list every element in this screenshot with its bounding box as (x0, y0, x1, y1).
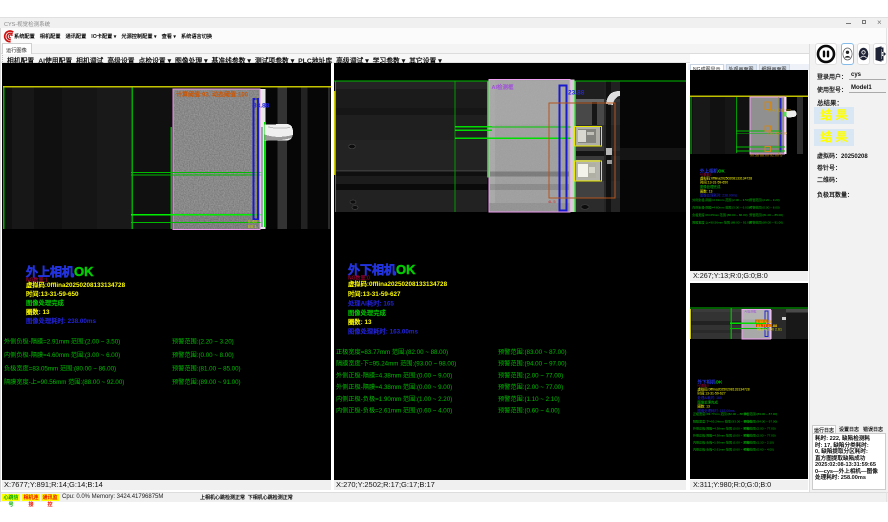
svg-text:时间:13-31-59-627: 时间:13-31-59-627 (348, 289, 401, 298)
svg-text:内侧负极-隔膜=4.60mm 范围:(3.00 ~ 6.00: 内侧负极-隔膜=4.60mm 范围:(3.00 ~ 6.00) (4, 351, 120, 359)
svg-text:预警范围:(81.00 ~ 85.00): 预警范围:(81.00 ~ 85.00) (749, 212, 783, 217)
svg-text:预警范围:(2.00 ~ 77.00): 预警范围:(2.00 ~ 77.00) (744, 426, 776, 431)
svg-text:AI检测框: AI检测框 (745, 309, 757, 314)
svg-text:圈数: 13: 圈数: 13 (348, 317, 372, 326)
svg-text:预警范围:(94.00 ~ 97.00): 预警范围:(94.00 ~ 97.00) (498, 360, 567, 368)
svg-text:处理AI耗时: 165: 处理AI耗时: 165 (347, 299, 394, 308)
svg-text:内侧正极-负极=1.90mm 范围:(1.00 ~ 2.20: 内侧正极-负极=1.90mm 范围:(1.00 ~ 2.20) (336, 395, 452, 403)
svg-text:外侧负极-隔膜=2.91mm 范围:(2.00 ~ 3.50: 外侧负极-隔膜=2.91mm 范围:(2.00 ~ 3.50) (4, 338, 120, 346)
svg-text:23.88: 23.88 (568, 90, 585, 97)
svg-text:虚拟码:0fflina20250208133134728: 虚拟码:0fflina20250208133134728 (26, 280, 126, 289)
svg-text:时间:13-31-59-650: 时间:13-31-59-650 (26, 289, 79, 298)
svg-text:预警范围:(0.60 ~ 4.00): 预警范围:(0.60 ~ 4.00) (744, 447, 774, 452)
svg-text:圈数: 13: 圈数: 13 (700, 188, 713, 193)
svg-text:虚拟码:0fflina20250208133134728: 虚拟码:0fflina20250208133134728 (698, 386, 750, 391)
svg-text:时间:13-31-59-627: 时间:13-31-59-627 (698, 391, 726, 396)
svg-text:外侧正极-隔膜=4.38mm 范围:(0.00 ~ 9.00: 外侧正极-隔膜=4.38mm 范围:(0.00 ~ 9.00) (693, 433, 750, 438)
svg-text:88.1: 88.1 (248, 224, 257, 229)
svg-text:图像处理完成: 图像处理完成 (26, 298, 64, 307)
svg-text:预警范围:(81.00 ~ 85.00): 预警范围:(81.00 ~ 85.00) (172, 365, 241, 373)
svg-text:预警范围:(1.10 ~ 2.10): 预警范围:(1.10 ~ 2.10) (744, 440, 774, 445)
svg-text:预警范围:(89.00 ~ 91.00): 预警范围:(89.00 ~ 91.00) (172, 378, 241, 386)
svg-text:90.56 88.00 92.00 S: 90.56 88.00 92.00 S (750, 154, 783, 158)
svg-text:2.91 3.50 60: 2.91 3.50 60 (767, 132, 787, 136)
svg-text:内侧负极-隔膜=4.60mm 范围:(3.00 ~ 6.00: 内侧负极-隔膜=4.60mm 范围:(3.00 ~ 6.00) (692, 205, 749, 210)
svg-text:预警范围:(2.20 ~ 3.20): 预警范围:(2.20 ~ 3.20) (172, 338, 234, 346)
svg-text:内侧正极-负极=2.61mm 范围:(0.60 ~ 4.00: 内侧正极-负极=2.61mm 范围:(0.60 ~ 4.00) (336, 407, 452, 415)
svg-text:图像处理完成: 图像处理完成 (698, 399, 719, 404)
svg-text:4L 5: 4L 5 (548, 199, 556, 204)
svg-text:图像处理完成: 图像处理完成 (348, 308, 386, 317)
svg-text:内侧正极-负极=1.90mm 范围:(1.00 ~ 2.20: 内侧正极-负极=1.90mm 范围:(1.00 ~ 2.20) (693, 440, 750, 445)
svg-text:外侧正极-隔膜=4.38mm 范围:(0.00 ~ 9.00: 外侧正极-隔膜=4.38mm 范围:(0.00 ~ 9.00) (693, 426, 750, 431)
svg-text:AI检测框: AI检测框 (492, 83, 515, 91)
svg-text:预警范围:(2.00 ~ 77.00): 预警范围:(2.00 ~ 77.00) (498, 383, 563, 391)
svg-text:隔膜宽度-上=90.56mm 范围:(88.00 ~ 92.: 隔膜宽度-上=90.56mm 范围:(88.00 ~ 92.00) (692, 220, 751, 225)
svg-text:负极宽度=83.05mm 范围:(80.00 ~ 86.00: 负极宽度=83.05mm 范围:(80.00 ~ 86.00) (692, 212, 747, 217)
svg-text:预警范围:(2.20 ~ 3.20): 预警范围:(2.20 ~ 3.20) (749, 197, 779, 202)
svg-text:图像处理完成: 图像处理完成 (700, 184, 721, 189)
svg-text:预警范围:(2.00 ~ 77.00): 预警范围:(2.00 ~ 77.00) (744, 433, 776, 438)
svg-text:预警范围:(83.00 ~ 87.00): 预警范围:(83.00 ~ 87.00) (744, 411, 778, 416)
svg-text:预警范围:(1.10 ~ 2.10): 预警范围:(1.10 ~ 2.10) (498, 395, 560, 403)
svg-text:外侧负极-隔膜=2.91mm 范围:(2.00 ~ 3.50: 外侧负极-隔膜=2.91mm 范围:(2.00 ~ 3.50) (692, 197, 749, 202)
svg-text:外侧正极-隔膜=4.38mm 范围:(0.00 ~ 9.00: 外侧正极-隔膜=4.38mm 范围:(0.00 ~ 9.00) (336, 383, 452, 391)
svg-text:时间:13-31-59-650: 时间:13-31-59-650 (700, 180, 728, 185)
svg-text:83.88: 83.88 (253, 103, 270, 110)
svg-text:预警范围:(0.00 ~ 8.00): 预警范围:(0.00 ~ 8.00) (749, 205, 779, 210)
svg-text:图像处理耗时: 238.00ms: 图像处理耗时: 238.00ms (26, 316, 96, 325)
svg-text:隔膜宽度-下=95.24mm 范围:(93.00 ~ 98.: 隔膜宽度-下=95.24mm 范围:(93.00 ~ 98.00) (336, 360, 456, 368)
svg-text:预警范围:(89.00 ~ 91.00): 预警范围:(89.00 ~ 91.00) (749, 220, 783, 225)
svg-text:外侧正极-隔膜=4.38mm 范围:(0.00 ~ 9.00: 外侧正极-隔膜=4.38mm 范围:(0.00 ~ 9.00) (336, 371, 452, 379)
svg-text:计算阈值:93, 动态阈值:100: 计算阈值:93, 动态阈值:100 (176, 91, 249, 99)
svg-text:隔膜宽度-上=90.56mm 范围:(88.00 ~ 92.: 隔膜宽度-上=90.56mm 范围:(88.00 ~ 92.00) (4, 378, 124, 386)
svg-text:虚拟码:0fflina20250208133134728: 虚拟码:0fflina20250208133134728 (700, 175, 752, 180)
svg-text:圈数: 13: 圈数: 13 (26, 307, 50, 316)
svg-text:正极宽度=83.77mm 范围:(82.00 ~ 88.00: 正极宽度=83.77mm 范围:(82.00 ~ 88.00) (336, 348, 448, 356)
svg-text:圈数: 13: 圈数: 13 (698, 404, 711, 409)
svg-text:预警范围:(83.00 ~ 87.00): 预警范围:(83.00 ~ 87.00) (498, 348, 567, 356)
svg-text:图像处理耗时: 238.00ms: 图像处理耗时: 238.00ms (700, 193, 737, 198)
svg-text:95.24 1.90 2.61: 95.24 1.90 2.61 (757, 328, 782, 332)
svg-text:负极宽度=83.05mm 范围:(80.00 ~ 86.00: 负极宽度=83.05mm 范围:(80.00 ~ 86.00) (4, 365, 116, 373)
svg-text:预警范围:(0.00 ~ 8.00): 预警范围:(0.00 ~ 8.00) (172, 351, 234, 359)
svg-text:图像处理耗时: 163.00ms: 图像处理耗时: 163.00ms (348, 327, 418, 336)
svg-text:预警范围:(0.60 ~ 4.00): 预警范围:(0.60 ~ 4.00) (498, 407, 560, 415)
svg-text:预警范围:(2.00 ~ 77.00): 预警范围:(2.00 ~ 77.00) (498, 371, 563, 379)
svg-text:虚拟码:0fflina20250208133134728: 虚拟码:0fflina20250208133134728 (348, 279, 448, 288)
svg-text:内侧正极-负极=2.61mm 范围:(0.60 ~ 4.00: 内侧正极-负极=2.61mm 范围:(0.60 ~ 4.00) (693, 447, 750, 452)
svg-text:预警范围:(94.00 ~ 97.00): 预警范围:(94.00 ~ 97.00) (744, 419, 778, 424)
svg-text:正极宽度=83.77mm 范围:(82.00 ~ 88.00: 正极宽度=83.77mm 范围:(82.00 ~ 88.00) (693, 411, 748, 416)
svg-text:处理AI耗时: 165: 处理AI耗时: 165 (698, 395, 722, 400)
